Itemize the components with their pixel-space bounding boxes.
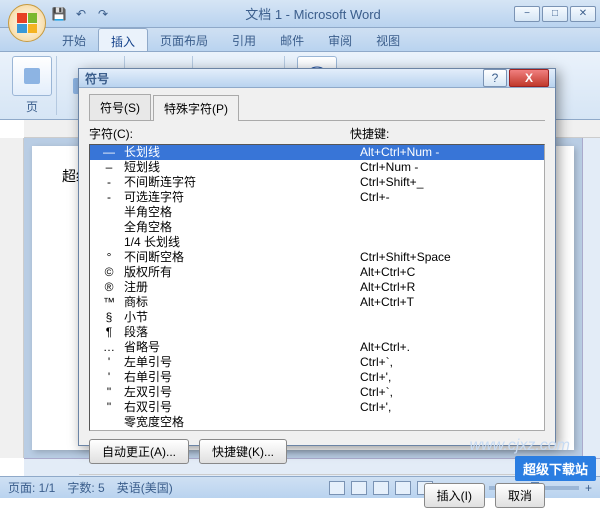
- list-shortcut: Alt+Ctrl+Num -: [360, 145, 540, 160]
- list-description: 零宽度空格: [124, 415, 360, 430]
- list-shortcut: Ctrl+`,: [360, 385, 540, 400]
- list-shortcut: Ctrl+',: [360, 400, 540, 415]
- tab-special-chars[interactable]: 特殊字符(P): [153, 95, 239, 121]
- list-description: 左双引号: [124, 385, 360, 400]
- dialog-footer: 插入(I) 取消: [79, 474, 555, 516]
- list-description: 商标: [124, 295, 360, 310]
- header-shortcut: 快捷键:: [350, 125, 545, 142]
- list-shortcut: [360, 235, 540, 250]
- list-symbol: -: [94, 175, 124, 190]
- list-symbol: [94, 220, 124, 235]
- watermark-url: www.cjxz.com: [470, 437, 570, 455]
- list-symbol: §: [94, 310, 124, 325]
- symbol-dialog: 符号 ? X 符号(S) 特殊字符(P) 字符(C): 快捷键: —长划线Alt…: [78, 68, 556, 446]
- list-description: 省略号: [124, 340, 360, 355]
- office-button[interactable]: [8, 4, 46, 42]
- list-symbol: ": [94, 400, 124, 415]
- list-symbol: ': [94, 355, 124, 370]
- list-description: 段落: [124, 325, 360, 340]
- list-shortcut: Alt+Ctrl+C: [360, 265, 540, 280]
- autocorrect-button[interactable]: 自动更正(A)...: [89, 439, 189, 464]
- list-symbol: [94, 415, 124, 430]
- dialog-overlay: 符号 ? X 符号(S) 特殊字符(P) 字符(C): 快捷键: —长划线Alt…: [0, 0, 600, 503]
- list-symbol: ": [94, 385, 124, 400]
- watermark-badge: 超级下载站: [515, 456, 596, 481]
- list-symbol: [94, 235, 124, 250]
- list-description: 右双引号: [124, 400, 360, 415]
- list-shortcut: Alt+Ctrl+R: [360, 280, 540, 295]
- list-item[interactable]: '右单引号Ctrl+',: [90, 370, 544, 385]
- dialog-tabs: 符号(S) 特殊字符(P): [89, 94, 545, 121]
- list-item[interactable]: ©版权所有Alt+Ctrl+C: [90, 265, 544, 280]
- list-description: 可选连字符: [124, 190, 360, 205]
- list-shortcut: Alt+Ctrl+.: [360, 340, 540, 355]
- list-symbol: ®: [94, 280, 124, 295]
- list-item[interactable]: -可选连字符Ctrl+-: [90, 190, 544, 205]
- list-symbol: ': [94, 370, 124, 385]
- list-description: 小节: [124, 310, 360, 325]
- list-description: 右单引号: [124, 370, 360, 385]
- list-item[interactable]: "右双引号Ctrl+',: [90, 400, 544, 415]
- list-description: 左单引号: [124, 355, 360, 370]
- dialog-close-button[interactable]: X: [509, 69, 549, 87]
- list-symbol: ©: [94, 265, 124, 280]
- list-description: 版权所有: [124, 265, 360, 280]
- list-symbol: ™: [94, 295, 124, 310]
- list-item[interactable]: 半角空格: [90, 205, 544, 220]
- list-shortcut: Ctrl+`,: [360, 355, 540, 370]
- list-shortcut: [360, 310, 540, 325]
- list-item[interactable]: 零宽度空格: [90, 415, 544, 430]
- list-item[interactable]: ¶段落: [90, 325, 544, 340]
- list-symbol: [94, 205, 124, 220]
- list-shortcut: [360, 325, 540, 340]
- list-symbol: °: [94, 250, 124, 265]
- tab-symbols[interactable]: 符号(S): [89, 94, 151, 120]
- list-description: 半角空格: [124, 205, 360, 220]
- dialog-title: 符号: [85, 70, 483, 87]
- list-item[interactable]: ®注册Alt+Ctrl+R: [90, 280, 544, 295]
- list-item[interactable]: 1/4 长划线: [90, 235, 544, 250]
- list-symbol: -: [94, 190, 124, 205]
- list-shortcut: [360, 205, 540, 220]
- list-symbol: —: [94, 145, 124, 160]
- list-shortcut: Ctrl+Shift+Space: [360, 250, 540, 265]
- list-description: 长划线: [124, 145, 360, 160]
- list-description: 全角空格: [124, 220, 360, 235]
- list-shortcut: Ctrl+-: [360, 190, 540, 205]
- shortcut-key-button[interactable]: 快捷键(K)...: [199, 439, 287, 464]
- dialog-help-button[interactable]: ?: [483, 69, 507, 87]
- dialog-body: 符号(S) 特殊字符(P) 字符(C): 快捷键: —长划线Alt+Ctrl+N…: [79, 88, 555, 474]
- list-shortcut: [360, 415, 540, 430]
- list-symbol: ¶: [94, 325, 124, 340]
- dialog-titlebar[interactable]: 符号 ? X: [79, 69, 555, 88]
- list-item[interactable]: °不间断空格Ctrl+Shift+Space: [90, 250, 544, 265]
- list-item[interactable]: –短划线Ctrl+Num -: [90, 160, 544, 175]
- list-shortcut: [360, 220, 540, 235]
- list-description: 不间断连字符: [124, 175, 360, 190]
- list-description: 短划线: [124, 160, 360, 175]
- list-item[interactable]: "左双引号Ctrl+`,: [90, 385, 544, 400]
- list-item[interactable]: —长划线Alt+Ctrl+Num -: [90, 145, 544, 160]
- list-item[interactable]: -不间断连字符Ctrl+Shift+_: [90, 175, 544, 190]
- insert-button[interactable]: 插入(I): [424, 483, 485, 508]
- list-item[interactable]: §小节: [90, 310, 544, 325]
- list-item[interactable]: 全角空格: [90, 220, 544, 235]
- list-shortcut: Ctrl+Num -: [360, 160, 540, 175]
- office-logo-icon: [17, 13, 37, 33]
- list-description: 1/4 长划线: [124, 235, 360, 250]
- list-shortcut: Ctrl+Shift+_: [360, 175, 540, 190]
- list-shortcut: Ctrl+',: [360, 370, 540, 385]
- list-item[interactable]: …省略号Alt+Ctrl+.: [90, 340, 544, 355]
- list-symbol: …: [94, 340, 124, 355]
- list-headers: 字符(C): 快捷键:: [89, 125, 545, 142]
- cancel-button[interactable]: 取消: [495, 483, 545, 508]
- list-description: 注册: [124, 280, 360, 295]
- header-character: 字符(C):: [89, 125, 169, 142]
- list-symbol: –: [94, 160, 124, 175]
- list-shortcut: Alt+Ctrl+T: [360, 295, 540, 310]
- list-item[interactable]: ™商标Alt+Ctrl+T: [90, 295, 544, 310]
- list-item[interactable]: '左单引号Ctrl+`,: [90, 355, 544, 370]
- special-char-list[interactable]: —长划线Alt+Ctrl+Num -–短划线Ctrl+Num --不间断连字符C…: [89, 144, 545, 431]
- list-description: 不间断空格: [124, 250, 360, 265]
